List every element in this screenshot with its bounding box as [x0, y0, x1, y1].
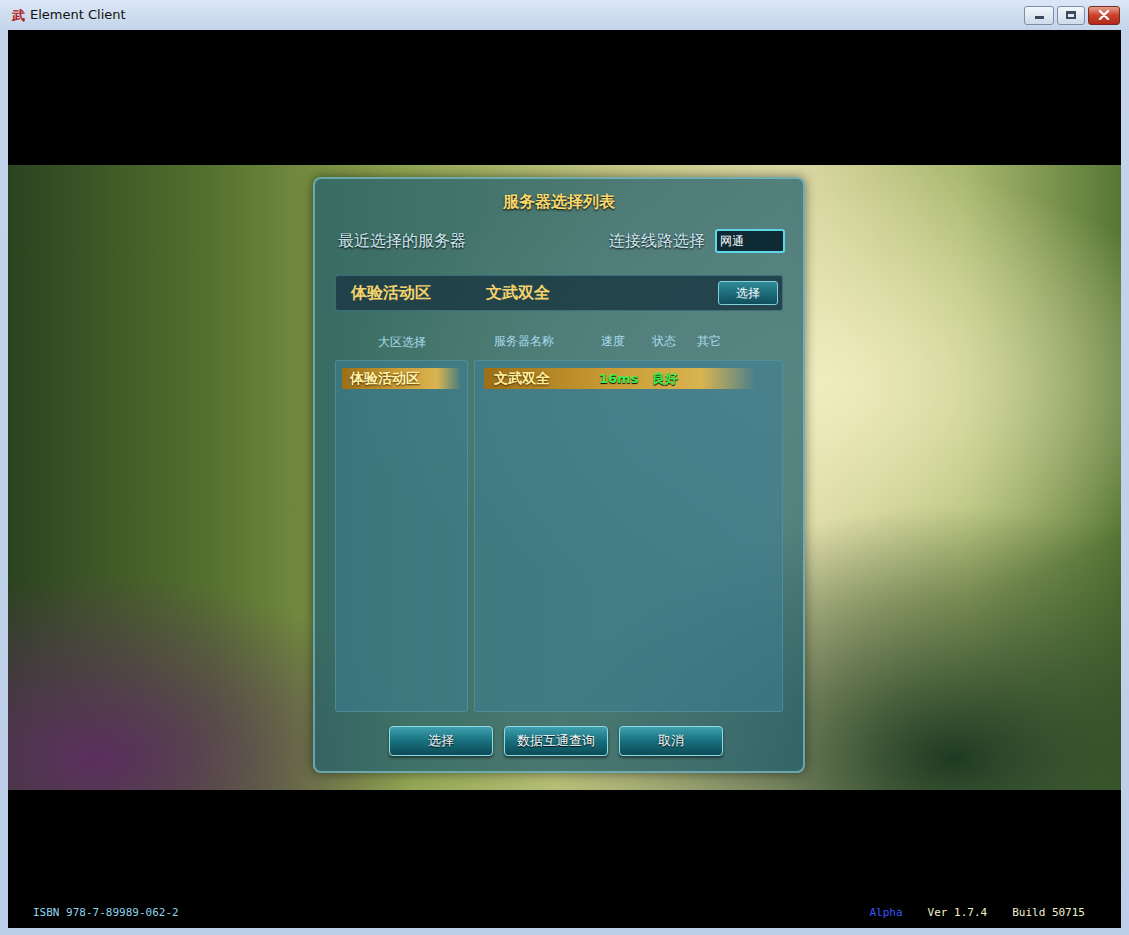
zone-item[interactable]: 体验活动区	[342, 368, 461, 389]
recent-label: 最近选择的服务器	[338, 229, 466, 253]
dialog-button[interactable]: 选择	[389, 726, 493, 756]
window-title: Element Client	[30, 5, 126, 25]
server-row[interactable]: 文武双全16ms良好	[484, 368, 756, 389]
app-window: 武 Element Client 服务器选择列表 最近选择的服务器 连接	[0, 0, 1129, 935]
recent-select-button[interactable]: 选择	[718, 281, 778, 305]
dialog-button[interactable]: 数据互通查询	[504, 726, 608, 756]
recent-server-bar: 体验活动区 文武双全 选择	[335, 275, 783, 311]
recent-server: 文武双全	[486, 281, 550, 305]
app-icon: 武	[10, 7, 26, 23]
column-header: 状态	[652, 332, 697, 350]
zone-list: 体验活动区	[335, 360, 468, 712]
line-label: 连接线路选择	[609, 229, 705, 253]
minimize-icon[interactable]	[1024, 6, 1054, 25]
dialog-button-label: 选择	[428, 731, 454, 751]
zone-name: 体验活动区	[350, 368, 420, 389]
column-header: 速度	[601, 332, 652, 350]
dialog-title: 服务器选择列表	[503, 190, 615, 214]
close-icon[interactable]	[1088, 6, 1120, 25]
build-text: Build 50715	[1012, 905, 1085, 922]
recent-zone: 体验活动区	[351, 281, 486, 305]
maximize-icon[interactable]	[1057, 6, 1085, 25]
server-dialog: 服务器选择列表 最近选择的服务器 连接线路选择 网通 体验活动区 文武双全 选择	[313, 177, 805, 773]
isbn-text: ISBN 978-7-89989-062-2	[33, 905, 179, 922]
line-select[interactable]: 网通	[715, 229, 785, 253]
dialog-button[interactable]: 取消	[619, 726, 723, 756]
version-text: Ver 1.7.4	[928, 905, 988, 922]
server-status: 良好	[652, 369, 697, 389]
dialog-button-label: 取消	[658, 731, 684, 751]
recent-select-label: 选择	[736, 284, 760, 302]
game-scene: 服务器选择列表 最近选择的服务器 连接线路选择 网通 体验活动区 文武双全 选择	[8, 165, 1121, 790]
column-header: 服务器名称	[494, 332, 601, 350]
line-value: 网通	[720, 232, 744, 250]
dialog-button-label: 数据互通查询	[517, 731, 595, 751]
column-header: 其它	[697, 332, 737, 350]
server-list: 文武双全16ms良好	[474, 360, 783, 712]
stage-text: Alpha	[869, 905, 902, 922]
title-bar[interactable]: 武 Element Client	[0, 0, 1129, 30]
zone-header: 大区选择	[378, 335, 426, 349]
server-name: 文武双全	[494, 368, 599, 389]
server-speed: 16ms	[599, 369, 652, 389]
